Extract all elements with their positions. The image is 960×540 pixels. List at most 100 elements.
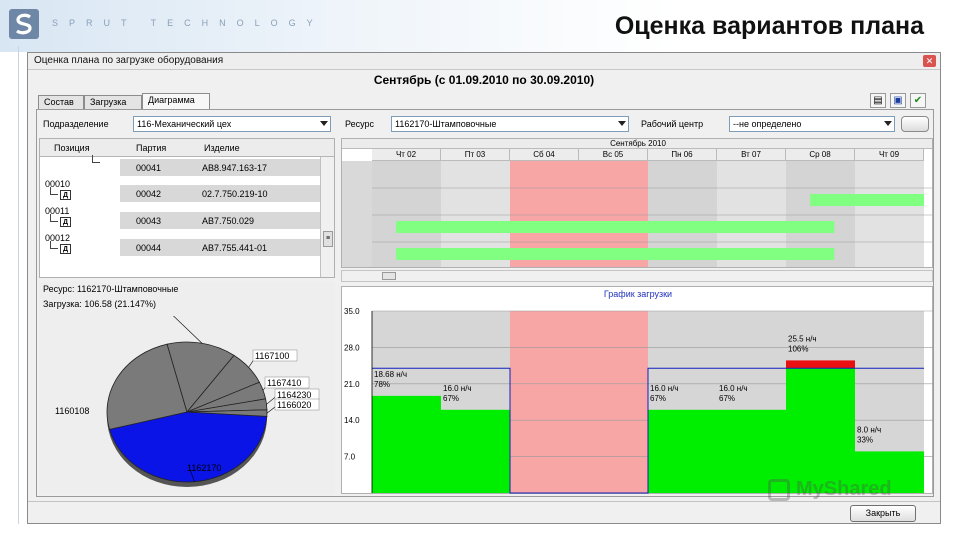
bar-value-label: 18.68 н/ч — [374, 370, 407, 379]
work-center-select[interactable]: --не определено — [729, 116, 895, 132]
load-weekend-column — [510, 311, 579, 493]
save-icon[interactable]: ▣ — [890, 93, 906, 108]
gantt-day-header: Чт 09 — [855, 149, 924, 161]
load-bar-overload — [786, 360, 855, 369]
pie-label-1167100: 1167100 — [255, 351, 289, 361]
tab-sostav[interactable]: Состав — [38, 95, 84, 109]
slide-header: SPRUT TECHNOLOGY Оценка вариантов плана — [0, 0, 960, 52]
pie-leader-line — [173, 316, 203, 344]
watermark-text: MyShared — [796, 478, 892, 500]
bar-percent-label: 33% — [857, 435, 873, 444]
window-titlebar: Оценка плана по загрузке оборудования ✕ — [28, 53, 940, 70]
load-bar — [648, 409, 717, 493]
item-marker-icon: Д — [60, 217, 71, 227]
gantt-bar[interactable] — [396, 221, 835, 233]
gantt-day-header: Пт 03 — [441, 149, 510, 161]
slide-divider — [18, 46, 19, 524]
table-row[interactable]: 00011 Д 00043 АВ7.750.029 — [40, 204, 320, 231]
y-tick-label: 35.0 — [344, 307, 360, 316]
work-center-label: Рабочий центр — [641, 119, 704, 129]
product-cell: АВ7.755.441-01 — [202, 243, 268, 253]
gantt-day-header: Ср 08 — [786, 149, 855, 161]
period-title: Сентябрь (с 01.09.2010 по 30.09.2010) — [373, 73, 595, 87]
window-close-icon[interactable]: ✕ — [923, 55, 936, 67]
scrollbar-thumb[interactable]: ≡ — [323, 231, 333, 247]
apply-filter-button[interactable] — [901, 116, 929, 132]
load-bar — [441, 409, 510, 493]
division-value: 116-Механический цех — [137, 119, 232, 129]
batch-cell: 00042 — [136, 189, 162, 199]
table-scrollbar[interactable]: ≡ — [320, 157, 334, 277]
load-chart-title: График загрузки — [603, 289, 673, 299]
batch-cell: 00043 — [136, 216, 162, 226]
bar-percent-label: 78% — [374, 380, 390, 389]
tree-connector — [50, 214, 58, 222]
load-bar — [372, 395, 441, 493]
table-row[interactable]: 00010 Д 00042 02.7.750.219-10 — [40, 177, 320, 204]
gantt-day-header: Сб 04 — [510, 149, 579, 161]
bar-value-label: 16.0 н/ч — [719, 384, 748, 393]
pie-label-1167410: 1167410 — [267, 378, 301, 388]
tree-connector — [92, 155, 100, 163]
product-cell: 02.7.750.219-10 — [202, 189, 268, 199]
tab-zagruzka[interactable]: Загрузка — [84, 95, 142, 109]
division-label: Подразделение — [43, 119, 109, 129]
slide-title: Оценка вариантов плана — [614, 12, 924, 40]
logo-text: SPRUT TECHNOLOGY — [52, 18, 324, 28]
item-marker-icon: Д — [60, 244, 71, 254]
pie-resource-text: Ресурс: 1162170-Штамповочные — [43, 284, 179, 294]
scrollbar-thumb[interactable] — [382, 272, 396, 280]
bar-value-label: 8.0 н/ч — [857, 425, 881, 434]
document-icon[interactable]: ▤ — [870, 93, 886, 108]
pie-load-text: Загрузка: 106.58 (21.147%) — [43, 299, 156, 309]
table-row[interactable]: 00012 Д 00044 АВ7.755.441-01 — [40, 231, 320, 258]
division-select[interactable]: 116-Механический цех — [133, 116, 331, 132]
positions-table: Позиция Партия Изделие 00041 АВ8.947.163… — [39, 138, 335, 278]
pie-label-1164230: 1164230 — [277, 390, 311, 400]
resource-value: 1162170-Штамповочные — [395, 119, 497, 129]
gantt-day-header: Вс 05 — [579, 149, 648, 161]
bar-percent-label: 67% — [650, 394, 666, 403]
resource-select[interactable]: 1162170-Штамповочные — [391, 116, 629, 132]
bar-percent-label: 67% — [443, 394, 459, 403]
pie-label-1162170: 1162170 — [187, 463, 221, 473]
bar-value-label: 16.0 н/ч — [443, 384, 472, 393]
y-tick-label: 7.0 — [344, 453, 356, 462]
item-marker-icon: Д — [60, 190, 71, 200]
gantt-bar[interactable] — [396, 248, 835, 260]
gantt-month-label: Сентябрь 2010 — [342, 139, 932, 149]
gantt-body — [342, 161, 932, 267]
batch-cell: 00044 — [136, 243, 162, 253]
gantt-bar[interactable] — [810, 194, 924, 206]
tab-diagramma[interactable]: Диаграмма — [142, 93, 210, 110]
y-tick-label: 28.0 — [344, 343, 360, 352]
y-tick-label: 21.0 — [344, 380, 360, 389]
product-cell: АВ7.750.029 — [202, 216, 255, 226]
table-row[interactable]: 00041 АВ8.947.163-17 — [40, 141, 320, 176]
gantt-chart: Сентябрь 2010 Чт 02 Пт 03 Сб 04 Вс 05 Пн 06 В… — [341, 138, 933, 268]
tree-connector — [50, 241, 58, 249]
load-chart: График загрузки 7.0 14.0 21.0 28.0 35.0 18.68… — [341, 286, 934, 494]
pie-chart: 1162170116010811642801167100116741011642… — [55, 316, 320, 487]
gantt-day-header: Вт 07 — [717, 149, 786, 161]
chevron-down-icon — [320, 121, 328, 126]
pie-panel: Ресурс: 1162170-Штамповочные Загрузка: 1… — [39, 282, 335, 494]
gantt-day-header: Чт 02 — [372, 149, 441, 161]
window-title: Оценка плана по загрузке оборудования — [34, 55, 224, 66]
pie-label-1166020: 1166020 — [277, 400, 311, 410]
gantt-scrollbar[interactable] — [341, 270, 933, 282]
work-center-value: --не определено — [733, 119, 802, 129]
load-chart-plot: 7.014.021.028.035.018.68 н/ч78% 16.0 н/ч6… — [344, 307, 934, 494]
close-button[interactable]: Закрыть — [850, 505, 916, 522]
gantt-row-header — [342, 161, 372, 267]
watermark-icon — [768, 479, 790, 501]
diagram-panel: Подразделение 116-Механический цех Ресур… — [36, 109, 934, 497]
checkmark-icon[interactable]: ✔ — [910, 93, 926, 108]
product-cell: АВ8.947.163-17 — [202, 163, 268, 173]
bar-percent-label: 106% — [788, 344, 808, 353]
batch-cell: 00041 — [136, 163, 162, 173]
chevron-down-icon — [884, 121, 892, 126]
bottom-bar: Закрыть — [28, 501, 940, 523]
sprut-logo-icon — [9, 9, 39, 39]
bar-value-label: 25.5 н/ч — [788, 334, 817, 343]
